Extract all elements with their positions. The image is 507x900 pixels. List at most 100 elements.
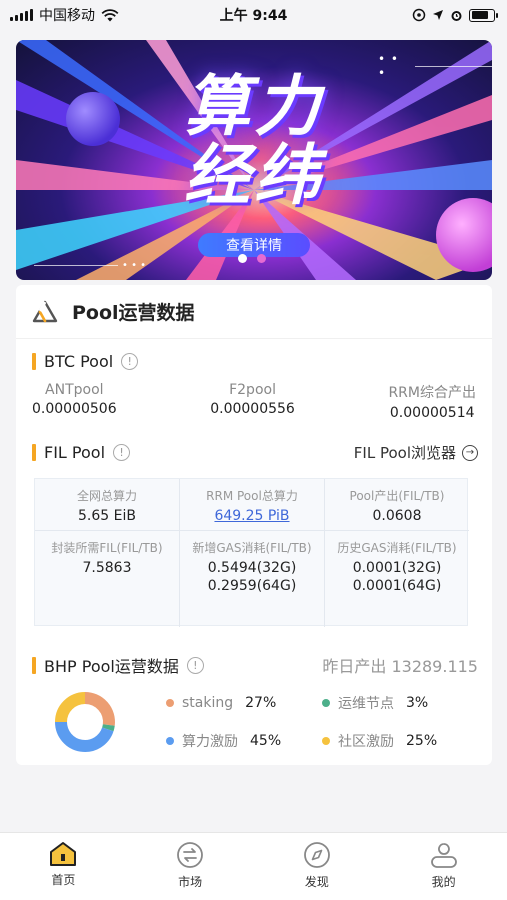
tab-discover[interactable]: 发现: [254, 833, 381, 900]
pool-value: 0.00000514: [389, 405, 475, 421]
legend-pct: 45%: [250, 733, 282, 749]
donut-slice-1: [84, 692, 115, 726]
legend-label: staking: [182, 695, 234, 711]
legend-dot: [166, 737, 174, 745]
btc-pool-f2pool: F2pool 0.00000556: [210, 382, 295, 421]
pool-logo-icon: [32, 300, 58, 322]
legend-dot: [322, 737, 330, 745]
fil-stat-cell: 历史GAS消耗(FIL/TB) 0.0001(32G) 0.0001(64G): [325, 531, 469, 627]
yesterday-output: 昨日产出 13289.115: [322, 657, 478, 676]
pager-dot-active[interactable]: [238, 254, 247, 263]
status-right: [412, 8, 498, 22]
bhp-pool-label: BHP Pool运营数据: [44, 657, 179, 676]
fil-stat-cell: 全网总算力 5.65 EiB: [35, 479, 180, 531]
legend-pct: 27%: [245, 695, 277, 711]
banner-title: 算力 经纬: [184, 72, 324, 211]
btc-pool-title: BTC Pool !: [32, 352, 476, 371]
legend-label: 社区激励: [338, 734, 394, 750]
fil-stat-cell: Pool产出(FIL/TB) 0.0608: [325, 479, 469, 531]
tab-home[interactable]: 首页: [0, 833, 127, 900]
wifi-icon: [101, 8, 119, 21]
fil-stat-cell: 新增GAS消耗(FIL/TB) 0.5494(32G) 0.2959(64G): [180, 531, 325, 627]
section-accent-bar: [32, 353, 36, 370]
fil-pool-browser-label[interactable]: FIL Pool浏览器: [354, 442, 456, 463]
pager-dot[interactable]: [257, 254, 266, 263]
stat-label: Pool产出(FIL/TB): [349, 489, 445, 503]
planet-left-decoration: [66, 92, 120, 146]
banner-title-line2: 经纬: [184, 137, 324, 215]
stat-label: 封装所需FIL(FIL/TB): [51, 541, 163, 555]
home-icon[interactable]: [48, 841, 78, 867]
stat-label: RRM Pool总算力: [206, 489, 298, 503]
stat-label: 新增GAS消耗(FIL/TB): [192, 541, 312, 555]
legend-item-staking: staking 27%: [166, 693, 322, 713]
signal-icon: [10, 9, 33, 21]
info-icon[interactable]: !: [186, 656, 204, 674]
tab-market-label[interactable]: 市场: [178, 873, 202, 890]
fil-pool-header: FIL Pool ! FIL Pool浏览器 →: [32, 442, 478, 463]
fil-pool-stats-grid: 全网总算力 5.65 EiB RRM Pool总算力 649.25 PiB Po…: [34, 478, 469, 627]
legend-item-community-incentive: 社区激励 25%: [322, 731, 452, 751]
stat-value: 0.5494(32G): [207, 560, 297, 576]
banner-pager[interactable]: [238, 254, 266, 263]
pool-value: 0.00000506: [32, 401, 117, 417]
battery-icon: [469, 8, 498, 22]
user-icon[interactable]: [429, 841, 459, 869]
stat-value: 0.0001(32G): [352, 560, 442, 576]
stat-label: 历史GAS消耗(FIL/TB): [337, 541, 457, 555]
stat-value-secondary: 0.2959(64G): [207, 578, 297, 594]
fil-pool-browser-link[interactable]: FIL Pool浏览器 →: [354, 442, 478, 463]
fil-stat-cell: RRM Pool总算力 649.25 PiB: [180, 479, 325, 531]
legend-dot: [166, 699, 174, 707]
pool-name: F2pool: [229, 382, 276, 398]
compass-icon[interactable]: [302, 841, 332, 869]
fil-stat-cell: 封装所需FIL(FIL/TB) 7.5863: [35, 531, 180, 627]
exchange-icon[interactable]: [175, 841, 205, 869]
pool-value: 0.00000556: [210, 401, 295, 417]
arrow-right-circle-icon[interactable]: →: [462, 444, 478, 461]
tab-mine[interactable]: 我的: [380, 833, 507, 900]
tab-home-label[interactable]: 首页: [51, 871, 75, 888]
status-bar: 中国移动 上午 9:44: [0, 0, 507, 30]
legend-label: 算力激励: [182, 734, 238, 750]
donut-slice-2: [102, 724, 115, 732]
status-left: 中国移动: [10, 5, 119, 25]
pool-name: ANTpool: [45, 382, 104, 398]
tab-mine-label[interactable]: 我的: [432, 873, 456, 890]
bhp-pool-header: BHP Pool运营数据 ! 昨日产出 13289.115: [32, 653, 478, 677]
btc-pool-values: ANTpool 0.00000506 F2pool 0.00000556 RRM…: [32, 382, 476, 421]
rrm-pool-power-link[interactable]: 649.25 PiB: [214, 508, 289, 524]
stat-value: 5.65 EiB: [78, 508, 136, 524]
legend-dot: [322, 699, 330, 707]
tab-discover-label[interactable]: 发现: [305, 873, 329, 890]
location-arrow-icon: [433, 10, 443, 20]
bhp-legend: staking 27% 运维节点 3% 算力激励 45% 社区激励 25%: [166, 693, 456, 751]
info-icon[interactable]: !: [113, 444, 131, 461]
btc-pool-label: BTC Pool: [44, 352, 114, 371]
legend-label: 运维节点: [338, 696, 394, 712]
btc-pool-antpool: ANTpool 0.00000506: [32, 382, 117, 421]
bhp-distribution-donut: [55, 692, 115, 752]
fil-pool-label: FIL Pool: [44, 443, 106, 462]
bhp-pool-title: BHP Pool运营数据 !: [32, 653, 204, 677]
location-lock-icon: [412, 8, 426, 22]
btc-pool-rrm: RRM综合产出 0.00000514: [388, 382, 476, 421]
tab-market[interactable]: 市场: [127, 833, 254, 900]
pool-data-card: Pool运营数据 BTC Pool ! ANTpool 0.00000506 F…: [16, 285, 492, 765]
card-header: Pool运营数据: [16, 285, 492, 339]
btc-pool-section: BTC Pool ! ANTpool 0.00000506 F2pool 0.0…: [32, 352, 476, 421]
donut-slice-4: [55, 692, 86, 723]
info-icon[interactable]: !: [121, 353, 139, 370]
section-accent-bar: [32, 656, 36, 674]
banner-title-line1: 算力: [184, 68, 324, 145]
legend-item-ops-nodes: 运维节点 3%: [322, 693, 452, 713]
stat-value-secondary: 0.0001(64G): [352, 578, 442, 594]
promo-banner[interactable]: • • • 算力 经纬 查看详情 • • •: [16, 40, 492, 280]
banner-decoration-top: • • •: [378, 52, 492, 80]
stat-value: 0.0608: [372, 508, 422, 524]
legend-pct: 3%: [406, 695, 429, 711]
legend-pct: 25%: [406, 733, 438, 749]
bottom-tab-bar: 首页 市场 发现 我的: [0, 832, 507, 900]
stat-value: 7.5863: [82, 560, 132, 576]
donut-slice-3: [55, 721, 114, 752]
